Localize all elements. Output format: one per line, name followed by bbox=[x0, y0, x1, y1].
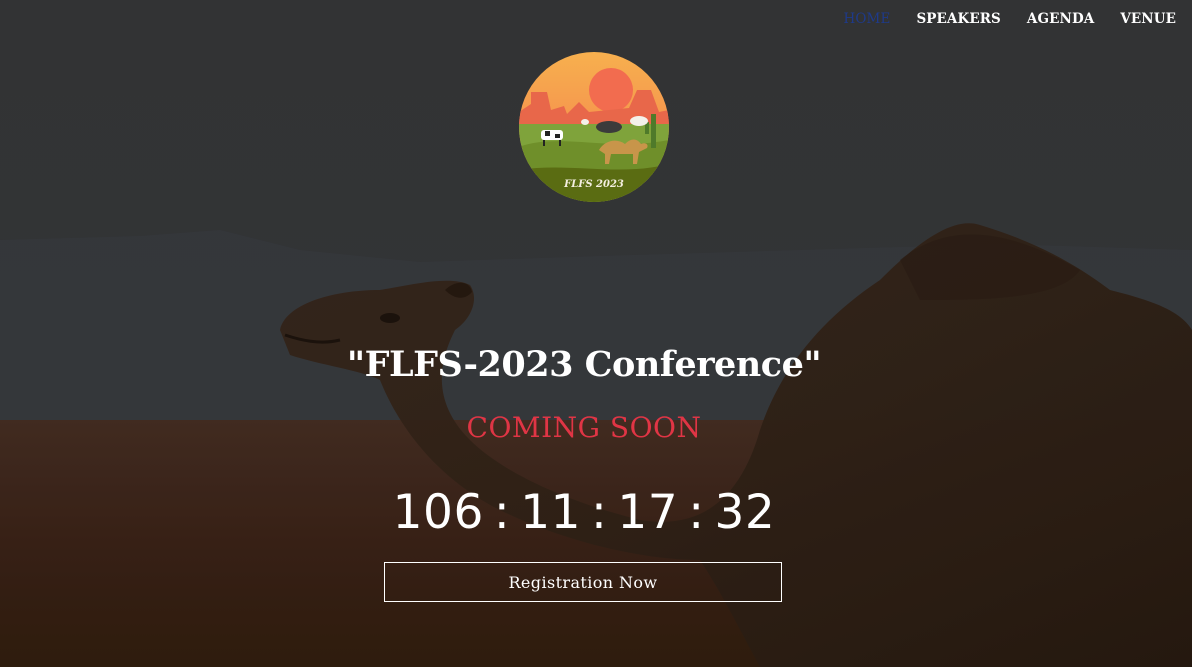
nav-item-home[interactable]: HOME bbox=[844, 11, 891, 27]
countdown-separator: : bbox=[493, 485, 511, 540]
logo-text: FLFS 2023 bbox=[563, 179, 624, 190]
main-nav: HOME SPEAKERS AGENDA VENUE bbox=[844, 11, 1176, 27]
countdown-minutes: 17 bbox=[617, 485, 679, 540]
countdown-separator: : bbox=[591, 485, 608, 540]
page-title: "FLFS-2023 Conference" bbox=[346, 344, 822, 385]
coming-soon-label: COMING SOON bbox=[466, 411, 702, 444]
countdown-separator: : bbox=[688, 485, 705, 540]
countdown-seconds: 32 bbox=[714, 485, 776, 540]
registration-button[interactable]: Registration Now bbox=[384, 562, 782, 602]
countdown-timer: 106:11:17:32 bbox=[0, 485, 1168, 540]
hero-section: HOME SPEAKERS AGENDA VENUE FLFS 2023 "FL… bbox=[0, 0, 1192, 667]
nav-item-speakers[interactable]: SPEAKERS bbox=[916, 11, 1000, 27]
flfs-logo-icon[interactable]: FLFS 2023 bbox=[519, 52, 669, 202]
countdown-days: 106 bbox=[392, 485, 484, 540]
countdown-hours: 11 bbox=[520, 485, 582, 540]
nav-item-agenda[interactable]: AGENDA bbox=[1027, 11, 1094, 27]
nav-item-venue[interactable]: VENUE bbox=[1120, 11, 1176, 27]
